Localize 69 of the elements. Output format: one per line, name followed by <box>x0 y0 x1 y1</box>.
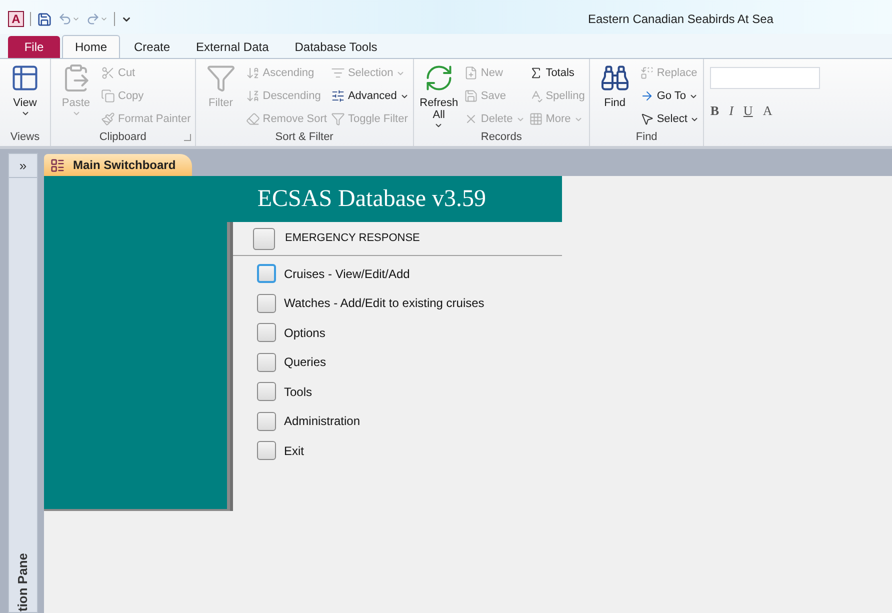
navigation-pane-label: tion Pane <box>14 553 32 612</box>
format-button[interactable]: U <box>743 101 753 120</box>
form-icon <box>50 158 65 172</box>
caret-icon <box>20 109 30 118</box>
document-tab[interactable]: Main Switchboard <box>44 154 192 176</box>
ribbon-tab[interactable]: External Data <box>184 35 281 58</box>
switchboard-button[interactable] <box>257 294 276 312</box>
switchboard-button[interactable] <box>257 264 276 283</box>
format-button[interactable]: A <box>762 101 772 120</box>
pointer-icon <box>640 112 654 126</box>
ribbon-button[interactable]: Select <box>640 109 700 129</box>
eraser-icon <box>246 112 260 126</box>
switchboard-label: Watches - Add/Edit to existing cruises <box>284 295 484 312</box>
dialog-launcher-icon[interactable] <box>184 134 191 141</box>
ribbon-tab[interactable]: Database Tools <box>282 35 390 58</box>
ribbon-tab[interactable]: Create <box>122 35 182 58</box>
funnel-icon <box>330 112 345 126</box>
filter-form-icon <box>330 89 345 103</box>
form-title: ECSAS Database v3.59 <box>257 185 486 214</box>
grid-icon <box>528 112 543 126</box>
switchboard-button[interactable] <box>257 352 276 372</box>
ribbon-button[interactable]: Go To <box>640 86 700 106</box>
format-button[interactable]: B <box>710 101 720 120</box>
ribbon-tab[interactable]: Home <box>62 35 120 58</box>
binoculars-icon <box>600 63 630 93</box>
copy-icon <box>101 89 115 103</box>
switchboard-label: Exit <box>284 442 304 460</box>
group-label: Clipboard <box>99 130 146 146</box>
new-record-icon <box>464 66 478 80</box>
group-label: Sort & Filter <box>275 130 334 146</box>
group-label: Views <box>10 130 40 145</box>
app-logo: A <box>8 11 24 27</box>
switchboard-button[interactable] <box>257 382 276 401</box>
ribbon-large-button[interactable]: Refresh All <box>418 63 460 127</box>
scissors-icon <box>101 66 115 80</box>
switchboard-label: Tools <box>284 384 312 400</box>
table-icon <box>10 63 40 93</box>
font-name-field[interactable] <box>710 67 820 89</box>
switchboard-button[interactable] <box>257 323 276 342</box>
file-tab[interactable]: File <box>8 36 60 58</box>
redo-icon[interactable] <box>86 12 108 26</box>
paintbrush-icon <box>101 112 115 126</box>
switchboard-button[interactable] <box>257 412 276 430</box>
switchboard-label: Cruises - View/Edit/Add <box>284 266 410 282</box>
sort-ascending-icon <box>246 66 260 80</box>
ribbon-button[interactable]: Totals <box>528 63 585 83</box>
ribbon-large-button[interactable]: View <box>4 63 46 127</box>
replace-icon <box>640 66 654 80</box>
save-icon[interactable] <box>37 12 52 26</box>
switchboard-button[interactable] <box>253 228 275 250</box>
switchboard-label: Administration <box>284 413 360 430</box>
ribbon-large-button[interactable]: Find <box>594 63 636 127</box>
caret-icon <box>434 121 444 130</box>
save-icon <box>464 89 478 103</box>
filter-icon <box>330 66 345 80</box>
caret-icon <box>72 109 80 118</box>
sort-descending-icon <box>246 89 260 103</box>
switchboard-button[interactable] <box>257 441 276 460</box>
switchboard-label: Options <box>284 324 326 342</box>
switchboard-label: Queries <box>284 354 326 371</box>
funnel-icon <box>206 63 236 93</box>
group-label: Records <box>480 130 522 146</box>
format-button[interactable]: I <box>729 101 734 120</box>
switchboard-label: EMERGENCY RESPONSE <box>285 231 420 246</box>
ribbon-button[interactable]: Advanced <box>330 86 409 106</box>
undo-icon[interactable] <box>58 12 80 26</box>
expand-pane-button[interactable]: » <box>9 154 37 178</box>
window-title: Eastern Canadian Seabirds At Sea <box>588 11 774 28</box>
group-label: Find <box>636 130 658 146</box>
